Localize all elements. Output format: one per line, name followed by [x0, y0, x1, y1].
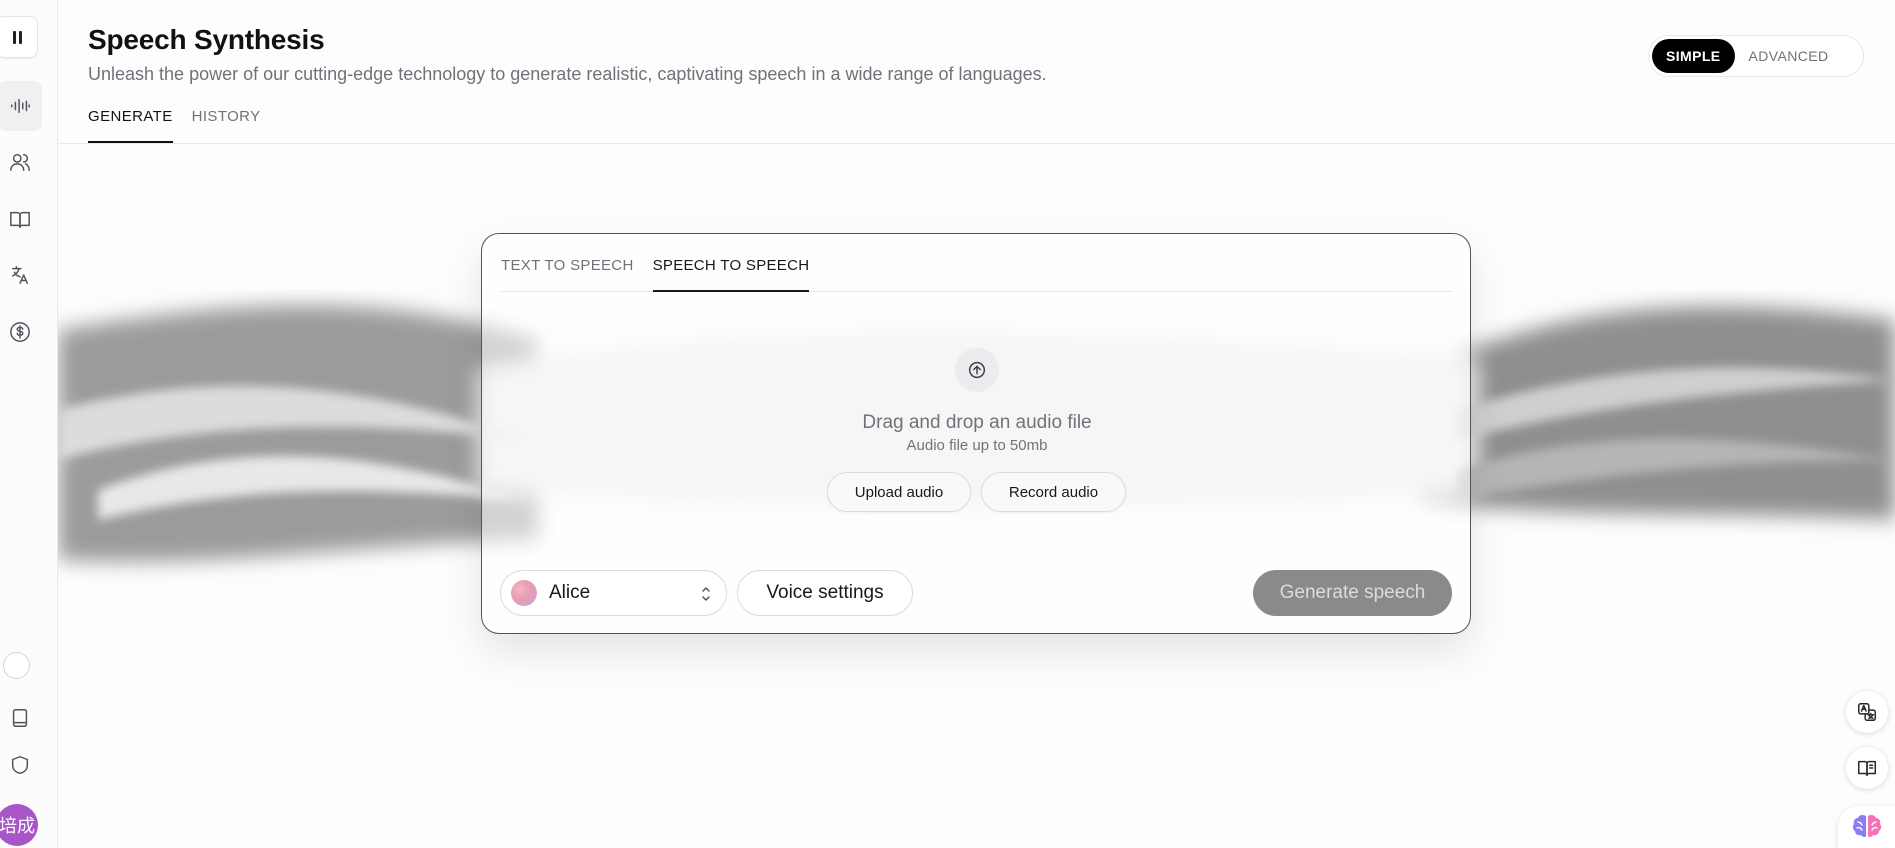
dropzone-title: Drag and drop an audio file	[862, 412, 1092, 433]
card-tabs: TEXT TO SPEECH SPEECH TO SPEECH	[501, 234, 1452, 292]
tab-history[interactable]: HISTORY	[192, 108, 261, 143]
reader-icon	[1858, 760, 1876, 777]
waveform-icon	[11, 98, 30, 114]
upload-icon	[968, 361, 986, 379]
tab-generate[interactable]: GENERATE	[88, 108, 173, 143]
page-title: Speech Synthesis	[88, 24, 325, 55]
voice-avatar	[511, 580, 537, 606]
tab-text-to-speech[interactable]: TEXT TO SPEECH	[501, 234, 634, 292]
sidebar-item-dubbing[interactable]	[0, 250, 42, 300]
translate-page-icon	[1858, 703, 1876, 721]
reader-button[interactable]	[1846, 747, 1888, 789]
upload-audio-button[interactable]: Upload audio	[827, 472, 971, 512]
tablet-icon	[12, 709, 28, 727]
generate-speech-button[interactable]: Generate speech	[1253, 570, 1452, 616]
record-audio-button[interactable]: Record audio	[981, 472, 1126, 512]
voice-select[interactable]: Alice	[500, 570, 727, 616]
users-icon	[10, 153, 30, 171]
sidebar-item-docs[interactable]	[0, 693, 42, 743]
mode-toggle: SIMPLE ADVANCED	[1648, 35, 1864, 77]
tab-speech-to-speech[interactable]: SPEECH TO SPEECH	[652, 234, 810, 292]
upload-icon-badge[interactable]	[955, 348, 999, 392]
collapse-sidebar-button[interactable]	[0, 16, 38, 58]
top-tabs: GENERATE HISTORY	[88, 108, 261, 143]
book-icon	[10, 211, 30, 228]
translate-icon	[11, 266, 29, 284]
header-divider	[58, 143, 1895, 144]
chevron-up-down-icon	[701, 585, 711, 603]
dropzone-subtitle: Audio file up to 50mb	[906, 437, 1048, 454]
speech-card: TEXT TO SPEECH SPEECH TO SPEECH Drag and…	[481, 233, 1471, 634]
shield-icon	[11, 756, 29, 774]
brain-icon	[1852, 814, 1881, 838]
pause-bars-icon	[12, 30, 22, 44]
translate-page-button[interactable]	[1846, 691, 1888, 733]
sidebar-item-voices[interactable]	[0, 137, 42, 187]
sidebar-item-privacy[interactable]	[0, 740, 42, 790]
page-subtitle: Unleash the power of our cutting-edge te…	[88, 64, 1047, 84]
sidebar-item-billing[interactable]	[0, 307, 42, 357]
mode-simple-option[interactable]: SIMPLE	[1652, 39, 1735, 73]
sidebar: 培成	[0, 0, 58, 848]
dollar-icon	[10, 322, 30, 342]
assistant-button[interactable]	[1838, 806, 1895, 848]
mode-advanced-option[interactable]: ADVANCED	[1735, 39, 1843, 73]
voice-name: Alice	[549, 582, 591, 603]
status-circle[interactable]	[3, 652, 30, 679]
voice-settings-button[interactable]: Voice settings	[737, 570, 913, 616]
avatar[interactable]: 培成	[0, 804, 38, 846]
sidebar-item-projects[interactable]	[0, 194, 42, 244]
sidebar-item-speech-synthesis[interactable]	[0, 81, 42, 131]
